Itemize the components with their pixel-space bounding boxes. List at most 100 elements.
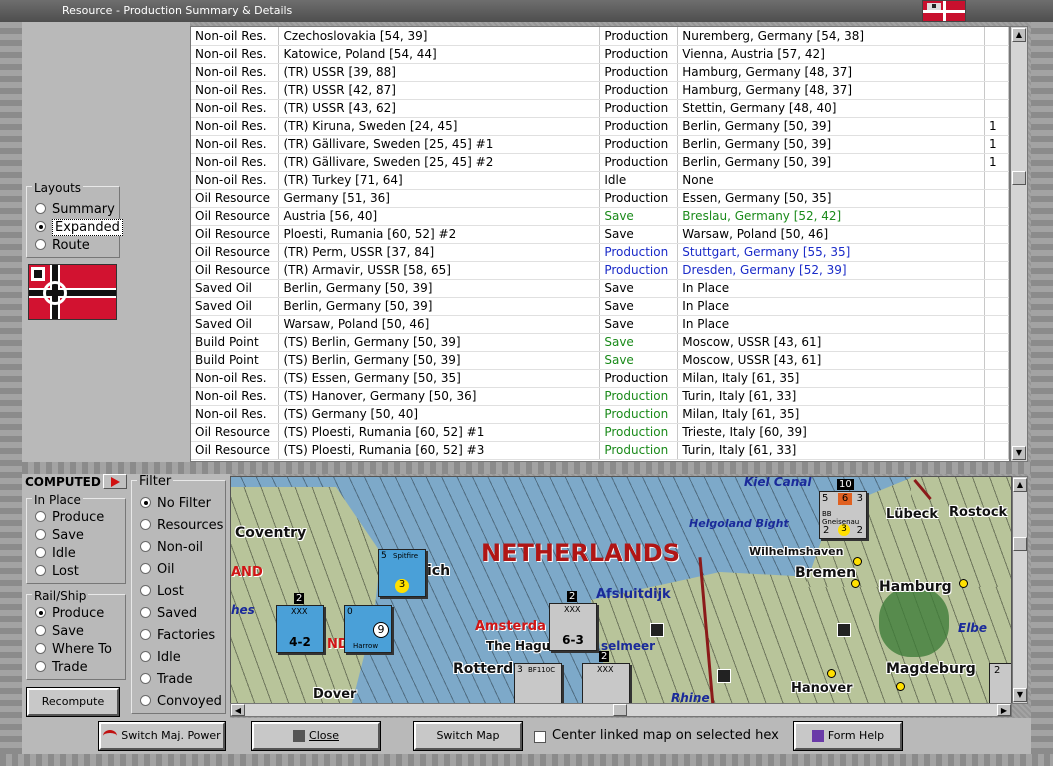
table-row[interactable]: Oil Resource (TS) Ploesti, Rumania [60, 5… bbox=[191, 423, 1009, 442]
in-place-produce-radio[interactable]: Produce bbox=[35, 509, 104, 527]
stack-count-badge: 10 bbox=[837, 479, 854, 490]
table-row[interactable]: Non-oil Res. (TS) Germany [50, 40] Product… bbox=[191, 405, 1009, 424]
edge-unit-counter[interactable]: 2 bbox=[989, 663, 1011, 703]
table-row[interactable]: Oil Resource (TR) Perm, USSR [37, 84] Prod… bbox=[191, 243, 1009, 262]
table-row[interactable]: Oil Resource Austria [56, 40] Save Breslau,… bbox=[191, 207, 1009, 226]
filter-idle-radio[interactable]: Idle bbox=[140, 649, 181, 667]
radio-selected-icon bbox=[35, 221, 46, 232]
table-row[interactable]: Non-oil Res. (TR) Kiruna, Sweden [24, 45]… bbox=[191, 117, 1009, 136]
table-cell-action: Production bbox=[599, 117, 679, 136]
table-row[interactable]: Non-oil Res. (TR) Gällivare, Sweden [25, … bbox=[191, 135, 1009, 154]
filter-convoyed-radio[interactable]: Convoyed bbox=[140, 693, 222, 711]
table-row[interactable]: Non-oil Res. Czechoslovakia [54, 39] Produ… bbox=[191, 27, 1009, 46]
table-row[interactable]: Non-oil Res. (TS) Hanover, Germany [50, 3… bbox=[191, 387, 1009, 406]
resource-table: Non-oil Res. Czechoslovakia [54, 39] Produ… bbox=[190, 26, 1010, 462]
switch-major-power-button[interactable]: Switch Maj. Power bbox=[98, 721, 226, 751]
table-row[interactable]: Non-oil Res. (TR) Gällivare, Sweden [25, … bbox=[191, 153, 1009, 172]
filter-non-oil-radio[interactable]: Non-oil bbox=[140, 539, 203, 557]
computed-arrow-button[interactable] bbox=[103, 474, 127, 489]
layout-route-radio[interactable]: Route bbox=[35, 237, 90, 255]
map-label-netherlands: NETHERLANDS bbox=[481, 539, 680, 567]
scroll-up-icon[interactable]: ▲ bbox=[1012, 28, 1026, 42]
ship-unit-counter[interactable]: 5 6 3 BB Gneisenau 2 3 2 bbox=[819, 491, 867, 539]
scroll-thumb[interactable] bbox=[1012, 171, 1026, 185]
radio-icon bbox=[35, 625, 46, 636]
table-row[interactable]: Non-oil Res. (TR) USSR [43, 62] Production… bbox=[191, 99, 1009, 118]
table-cell-extra: 1 bbox=[984, 117, 1009, 136]
scroll-left-icon[interactable]: ◀ bbox=[231, 704, 245, 716]
city-marker bbox=[959, 579, 968, 588]
filter-lost-radio[interactable]: Lost bbox=[140, 583, 184, 601]
filter-trade-radio[interactable]: Trade bbox=[140, 671, 193, 689]
table-cell-dest: Stuttgart, Germany [55, 35] bbox=[677, 243, 986, 262]
table-cell-type: Oil Resource bbox=[191, 261, 280, 280]
table-row[interactable]: Non-oil Res. (TS) Essen, Germany [50, 35]… bbox=[191, 369, 1009, 388]
rail-where-to-radio[interactable]: Where To bbox=[35, 641, 112, 659]
table-row[interactable]: Non-oil Res. (TR) USSR [42, 87] Production… bbox=[191, 81, 1009, 100]
filter-saved-radio[interactable]: Saved bbox=[140, 605, 197, 623]
table-cell-extra: 1 bbox=[984, 135, 1009, 154]
table-row[interactable]: Non-oil Res. Katowice, Poland [54, 44] Pro… bbox=[191, 45, 1009, 64]
in-place-save-radio[interactable]: Save bbox=[35, 527, 84, 545]
infantry-unit-counter[interactable]: XXX bbox=[582, 663, 630, 703]
linked-map[interactable]: Kiel Canal Lübeck Rostock Helgoland Bigh… bbox=[230, 476, 1012, 704]
table-row[interactable]: Oil Resource (TS) Ploesti, Rumania [60, 5… bbox=[191, 441, 1009, 460]
table-row[interactable]: Non-oil Res. (TR) USSR [39, 88] Production… bbox=[191, 63, 1009, 82]
bf110-unit-counter[interactable]: 3 BF110C bbox=[514, 663, 562, 703]
center-linked-map-checkbox[interactable] bbox=[534, 731, 546, 743]
table-row[interactable]: Oil Resource (TR) Armavir, USSR [58, 65] P… bbox=[191, 261, 1009, 280]
in-place-idle-radio[interactable]: Idle bbox=[35, 545, 76, 563]
table-cell-dest: In Place bbox=[677, 297, 986, 316]
map-vertical-scrollbar[interactable]: ▲ ▼ bbox=[1012, 476, 1028, 704]
map-horizontal-scrollbar[interactable]: ◀ ▶ bbox=[230, 703, 1012, 717]
spitfire-unit-counter[interactable]: 5 Spitfire 3 bbox=[378, 549, 426, 597]
in-place-lost-radio[interactable]: Lost bbox=[35, 563, 79, 581]
table-vertical-scrollbar[interactable]: ▲ ▼ bbox=[1010, 26, 1028, 462]
rail-trade-radio[interactable]: Trade bbox=[35, 659, 88, 677]
window-title: Resource - Production Summary & Details bbox=[0, 0, 1053, 22]
scroll-right-icon[interactable]: ▶ bbox=[997, 704, 1011, 716]
switch-map-button[interactable]: Switch Map bbox=[413, 721, 523, 751]
table-cell-extra bbox=[984, 387, 1009, 406]
filter-factories-radio[interactable]: Factories bbox=[140, 627, 215, 645]
layout-summary-radio[interactable]: Summary bbox=[35, 201, 115, 219]
table-cell-dest: Breslau, Germany [52, 42] bbox=[677, 207, 986, 226]
radio-icon bbox=[140, 519, 151, 530]
scroll-thumb[interactable] bbox=[1013, 537, 1027, 551]
germany-flag-icon[interactable] bbox=[28, 264, 117, 320]
table-row[interactable]: Build Point (TS) Berlin, Germany [50, 39]… bbox=[191, 333, 1009, 352]
recompute-button[interactable]: Recompute bbox=[26, 687, 120, 717]
map-label-bremen: Bremen bbox=[795, 565, 857, 581]
table-row[interactable]: Saved Oil Warsaw, Poland [50, 46] Save In P… bbox=[191, 315, 1009, 334]
layout-expanded-radio[interactable]: Expanded bbox=[35, 219, 123, 237]
table-row[interactable]: Non-oil Res. (TR) Turkey [71, 64] Idle None bbox=[191, 171, 1009, 190]
scroll-down-icon[interactable]: ▼ bbox=[1013, 688, 1027, 702]
table-cell-source: (TS) Berlin, Germany [50, 39] bbox=[278, 351, 601, 370]
dutch-corps-counter[interactable]: XXX 6-3 bbox=[549, 603, 597, 651]
filter-oil-radio[interactable]: Oil bbox=[140, 561, 174, 579]
table-row[interactable]: Build Point (TS) Berlin, Germany [50, 39]… bbox=[191, 351, 1009, 370]
form-help-button[interactable]: Form Help bbox=[793, 721, 903, 751]
radio-icon bbox=[35, 529, 46, 540]
table-row[interactable]: Saved Oil Berlin, Germany [50, 39] Save In … bbox=[191, 297, 1009, 316]
rail-save-radio[interactable]: Save bbox=[35, 623, 84, 641]
close-button[interactable]: Close bbox=[251, 721, 381, 751]
stack-count-badge: 2 bbox=[599, 651, 610, 662]
table-cell-type: Non-oil Res. bbox=[191, 135, 280, 154]
scroll-up-icon[interactable]: ▲ bbox=[1013, 478, 1027, 492]
table-row[interactable]: Oil Resource Germany [51, 36] Production Es… bbox=[191, 189, 1009, 208]
table-row[interactable]: Saved Oil Berlin, Germany [50, 39] Save In … bbox=[191, 279, 1009, 298]
scroll-down-icon[interactable]: ▼ bbox=[1012, 446, 1026, 460]
table-cell-source: (TS) Essen, Germany [50, 35] bbox=[278, 369, 601, 388]
table-cell-dest: Nuremberg, Germany [54, 38] bbox=[677, 27, 986, 46]
harrow-unit-counter[interactable]: 0 9 Harrow bbox=[344, 605, 392, 653]
table-cell-action: Save bbox=[599, 351, 679, 370]
table-row[interactable]: Oil Resource Ploesti, Rumania [60, 52] #2… bbox=[191, 225, 1009, 244]
filter-no-filter-radio[interactable]: No Filter bbox=[140, 495, 211, 513]
scroll-thumb[interactable] bbox=[613, 704, 627, 716]
filter-resources-radio[interactable]: Resources bbox=[140, 517, 223, 535]
rail-produce-radio[interactable]: Produce bbox=[35, 605, 104, 623]
table-cell-source: (TR) USSR [42, 87] bbox=[278, 81, 601, 100]
british-army-counter[interactable]: XXX 4-2 bbox=[276, 605, 324, 653]
table-cell-dest: Dresden, Germany [52, 39] bbox=[677, 261, 986, 280]
